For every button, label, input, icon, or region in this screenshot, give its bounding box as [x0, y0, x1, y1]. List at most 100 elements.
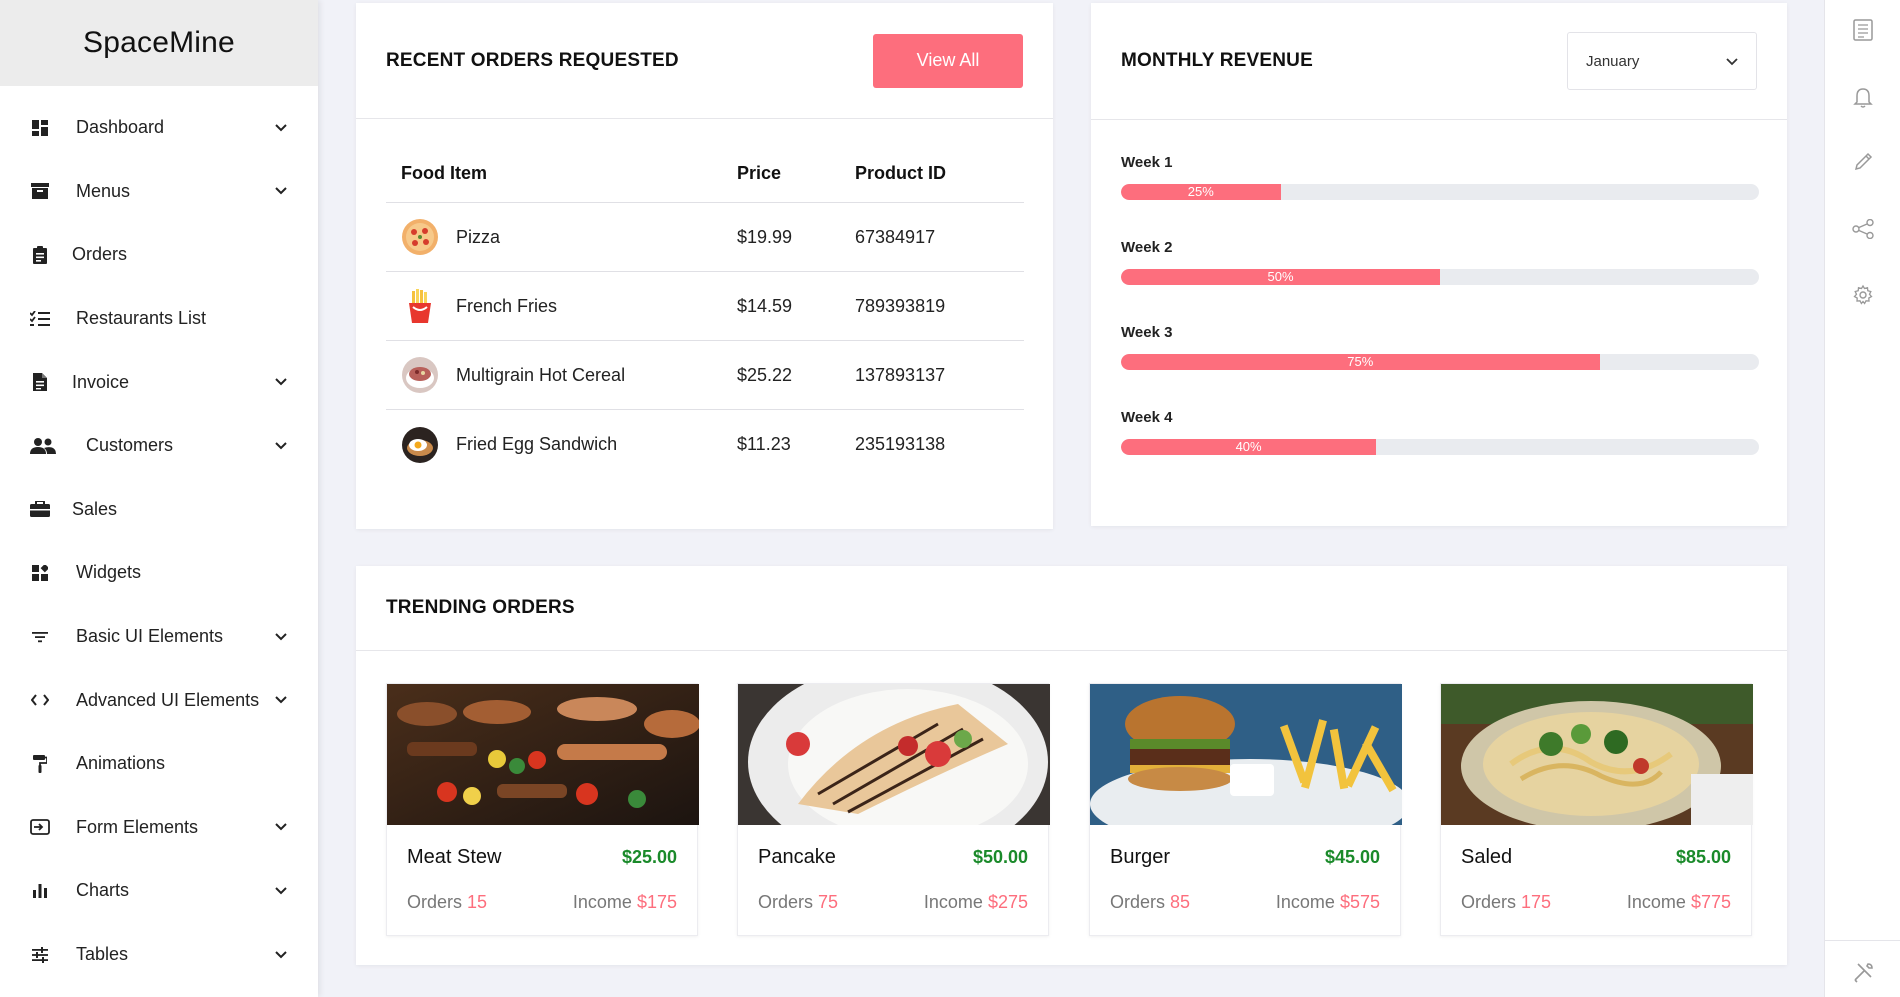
trending-item-price: $50.00: [972, 847, 1028, 867]
sidebar-item-sales[interactable]: Sales: [0, 478, 318, 542]
sidebar-item-dashboard[interactable]: Dashboard: [0, 96, 318, 160]
bell-icon[interactable]: [1851, 85, 1875, 109]
dashboard-icon: [30, 118, 50, 138]
week-progress: Week 1 25%: [1121, 154, 1759, 200]
sidebar-item-invoice[interactable]: Invoice: [0, 350, 318, 414]
chevron-down-icon: [274, 184, 288, 198]
sidebar-item-label: Charts: [76, 880, 130, 901]
brand-logo[interactable]: SpaceMine: [0, 0, 318, 86]
sidebar-item-animations[interactable]: Animations: [0, 732, 318, 796]
food-item-name: French Fries: [456, 295, 558, 316]
monthly-revenue-card: MONTHLY REVENUE January Week 1 25% Week …: [1091, 3, 1787, 526]
sliders-icon: [30, 945, 50, 965]
sidebar-item-widgets[interactable]: Widgets: [0, 541, 318, 605]
orders-count: 75: [818, 892, 839, 912]
salad-image: [1441, 684, 1753, 831]
login-icon: [30, 817, 50, 837]
trending-item-card[interactable]: Meat Stew $25.00 Orders 15 Income $175: [386, 683, 700, 936]
column-header-price[interactable]: Price: [737, 163, 855, 184]
week-label: Week 3: [1121, 324, 1173, 341]
column-header-food-item[interactable]: Food Item: [386, 163, 737, 184]
food-item-name: Fried Egg Sandwich: [456, 434, 618, 454]
trending-item-income: Income $775: [1627, 892, 1731, 913]
orders-count: 175: [1521, 892, 1552, 912]
chevron-down-icon: [274, 884, 288, 898]
product-id-cell: 67384917: [855, 226, 936, 247]
orders-count: 85: [1170, 892, 1191, 912]
sidebar-item-basic-ui-elements[interactable]: Basic UI Elements: [0, 605, 318, 669]
trending-item-orders: Orders 85: [1110, 892, 1190, 913]
meat-stew-image: [387, 684, 700, 825]
week-progress: Week 4 40%: [1121, 409, 1759, 455]
recent-orders-header: RECENT ORDERS REQUESTED View All: [356, 3, 1053, 119]
column-header-product-id[interactable]: Product ID: [855, 163, 1024, 184]
trending-item-orders: Orders 15: [407, 892, 487, 913]
fries-icon: [409, 289, 431, 323]
table-row[interactable]: Multigrain Hot Cereal $25.22 137893137: [386, 341, 1024, 410]
month-select-value: January: [1586, 52, 1640, 70]
product-id-cell: 235193138: [855, 434, 946, 454]
sidebar-item-advanced-ui-elements[interactable]: Advanced UI Elements: [0, 668, 318, 732]
pizza-icon: [402, 219, 438, 255]
monthly-revenue-header: MONTHLY REVENUE January: [1091, 3, 1787, 120]
sidebar-item-menus[interactable]: Menus: [0, 160, 318, 224]
trending-item-income: Income $175: [573, 892, 677, 913]
share-icon[interactable]: [1851, 217, 1875, 241]
widgets-icon: [30, 563, 50, 583]
orders-label: Orders: [1110, 892, 1166, 912]
sidebar-item-customers[interactable]: Customers: [0, 414, 318, 478]
table-row[interactable]: Pizza $19.99 67384917: [386, 203, 1024, 272]
recent-orders-table: Food Item Price Product ID Pizza $19.99 …: [386, 145, 1024, 479]
week-progress: Week 3 75%: [1121, 324, 1759, 370]
sidebar-item-tables[interactable]: Tables: [0, 923, 318, 987]
sidebar-item-form-elements[interactable]: Form Elements: [0, 796, 318, 860]
list-icon[interactable]: [1851, 18, 1875, 42]
sidebar-item-charts[interactable]: Charts: [0, 859, 318, 923]
sidebar-item-label: Customers: [86, 435, 174, 456]
view-all-button[interactable]: View All: [873, 33, 1023, 88]
month-select[interactable]: January: [1567, 32, 1757, 90]
income-value: $775: [1690, 892, 1731, 912]
recent-orders-title: RECENT ORDERS REQUESTED: [386, 49, 679, 71]
trending-item-card[interactable]: Saled $85.00 Orders 175 Income $775: [1440, 683, 1753, 936]
sidebar: SpaceMine Dashboard Menus Orders Restaur…: [0, 0, 318, 997]
paint-roller-icon: [30, 754, 50, 774]
trending-item-price: $25.00: [621, 847, 677, 867]
sidebar-item-label: Basic UI Elements: [76, 626, 224, 647]
sidebar-item-label: Restaurants List: [76, 308, 207, 329]
trending-item-price: $45.00: [1324, 847, 1380, 867]
table-row[interactable]: French Fries $14.59 789393819: [386, 272, 1024, 341]
trending-item-name: Pancake: [758, 846, 836, 868]
sidebar-item-label: Advanced UI Elements: [76, 689, 260, 710]
progress-track: 40%: [1121, 439, 1759, 455]
monthly-revenue-title: MONTHLY REVENUE: [1121, 50, 1313, 71]
trending-item-orders: Orders 75: [758, 892, 838, 913]
trending-item-price: $85.00: [1675, 847, 1731, 867]
gear-icon[interactable]: [1851, 283, 1875, 307]
trending-item-income: Income $275: [924, 892, 1028, 913]
sidebar-item-restaurants-list[interactable]: Restaurants List: [0, 287, 318, 351]
filter-icon: [30, 627, 50, 647]
product-id-cell: 137893137: [855, 364, 946, 385]
food-item-cell: Pizza: [386, 218, 737, 256]
pencil-icon[interactable]: [1851, 150, 1875, 174]
price-cell: $25.22: [737, 364, 793, 385]
income-label: Income: [923, 892, 983, 912]
sidebar-item-label: Sales: [72, 498, 118, 519]
sidebar-item-orders[interactable]: Orders: [0, 223, 318, 287]
chevron-down-icon: [274, 121, 288, 135]
chevron-down-icon: [274, 948, 288, 962]
trending-item-card[interactable]: Burger $45.00 Orders 85 Income $575: [1089, 683, 1410, 936]
trending-item-card[interactable]: Pancake $50.00 Orders 75 Income $275: [737, 662, 1050, 936]
progress-track: 50%: [1121, 269, 1759, 285]
burger-image: [1090, 684, 1410, 849]
checklist-icon: [30, 309, 50, 329]
tools-icon[interactable]: [1851, 960, 1875, 984]
trending-item-income: Income $575: [1276, 892, 1380, 913]
table-row[interactable]: Fried Egg Sandwich $11.23 235193138: [386, 410, 1024, 479]
clipboard-icon: [30, 245, 50, 265]
trending-orders-title: TRENDING ORDERS: [386, 597, 575, 618]
progress-fill: 50%: [1121, 269, 1440, 285]
orders-label: Orders: [407, 892, 463, 912]
sidebar-item-label: Widgets: [76, 562, 142, 583]
